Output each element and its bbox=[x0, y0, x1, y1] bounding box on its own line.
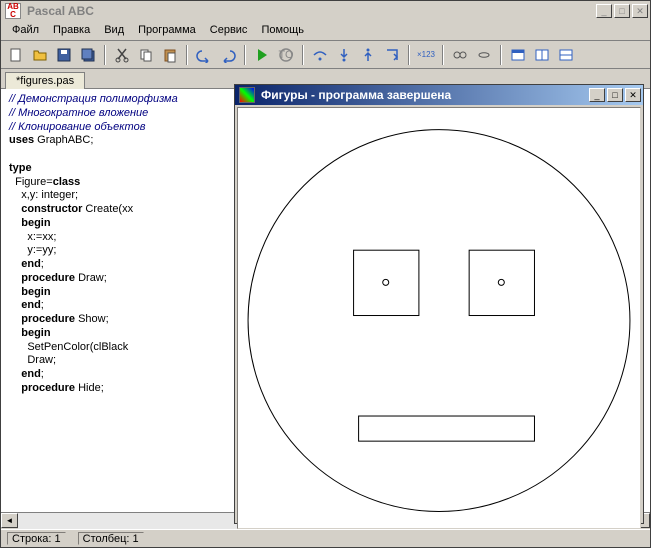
file-tab[interactable]: *figures.pas bbox=[5, 72, 85, 89]
close-button[interactable]: ✕ bbox=[632, 4, 648, 18]
menu-service[interactable]: Сервис bbox=[203, 23, 255, 38]
status-col: Столбец: 1 bbox=[78, 532, 144, 545]
save-all-button[interactable] bbox=[77, 44, 99, 66]
app-icon: ABC bbox=[5, 3, 21, 19]
cut-button[interactable] bbox=[111, 44, 133, 66]
view2-button[interactable] bbox=[473, 44, 495, 66]
step-over-button[interactable] bbox=[309, 44, 331, 66]
output-title-text: Фигуры - программа завершена bbox=[259, 88, 587, 102]
window2-button[interactable] bbox=[531, 44, 553, 66]
menu-file[interactable]: Файл bbox=[5, 23, 46, 38]
window3-button[interactable] bbox=[555, 44, 577, 66]
paste-button[interactable] bbox=[159, 44, 181, 66]
output-titlebar: Фигуры - программа завершена _ □ ✕ bbox=[235, 85, 643, 105]
maximize-button[interactable]: □ bbox=[614, 4, 630, 18]
step-out-button[interactable] bbox=[357, 44, 379, 66]
stop-button[interactable]: STOP bbox=[275, 44, 297, 66]
minimize-button[interactable]: _ bbox=[596, 4, 612, 18]
run-button[interactable] bbox=[251, 44, 273, 66]
output-canvas bbox=[237, 107, 641, 529]
separator bbox=[104, 45, 106, 65]
separator bbox=[186, 45, 188, 65]
run-to-cursor-button[interactable] bbox=[381, 44, 403, 66]
output-window: Фигуры - программа завершена _ □ ✕ bbox=[234, 84, 644, 524]
separator bbox=[244, 45, 246, 65]
svg-text:STOP: STOP bbox=[278, 49, 294, 61]
toolbar: STOP ×123 bbox=[1, 41, 650, 69]
view1-button[interactable] bbox=[449, 44, 471, 66]
separator bbox=[500, 45, 502, 65]
undo-button[interactable] bbox=[193, 44, 215, 66]
separator bbox=[302, 45, 304, 65]
scroll-left-button[interactable]: ◄ bbox=[1, 513, 18, 528]
step-into-button[interactable] bbox=[333, 44, 355, 66]
redo-button[interactable] bbox=[217, 44, 239, 66]
watch-button[interactable]: ×123 bbox=[415, 44, 437, 66]
menu-program[interactable]: Программа bbox=[131, 23, 203, 38]
output-maximize-button[interactable]: □ bbox=[607, 88, 623, 102]
menu-view[interactable]: Вид bbox=[97, 23, 131, 38]
window1-button[interactable] bbox=[507, 44, 529, 66]
menu-edit[interactable]: Правка bbox=[46, 23, 97, 38]
open-file-button[interactable] bbox=[29, 44, 51, 66]
new-file-button[interactable] bbox=[5, 44, 27, 66]
title-text: Pascal ABC bbox=[25, 4, 594, 18]
separator bbox=[408, 45, 410, 65]
copy-button[interactable] bbox=[135, 44, 157, 66]
output-close-button[interactable]: ✕ bbox=[625, 88, 641, 102]
output-icon bbox=[239, 87, 255, 103]
separator bbox=[442, 45, 444, 65]
output-minimize-button[interactable]: _ bbox=[589, 88, 605, 102]
save-button[interactable] bbox=[53, 44, 75, 66]
menu-help[interactable]: Помощь bbox=[254, 23, 311, 38]
main-titlebar: ABC Pascal ABC _ □ ✕ bbox=[1, 1, 650, 21]
status-line: Строка: 1 bbox=[7, 532, 66, 545]
statusbar: Строка: 1 Столбец: 1 bbox=[1, 529, 650, 547]
menubar: Файл Правка Вид Программа Сервис Помощь bbox=[1, 21, 650, 41]
